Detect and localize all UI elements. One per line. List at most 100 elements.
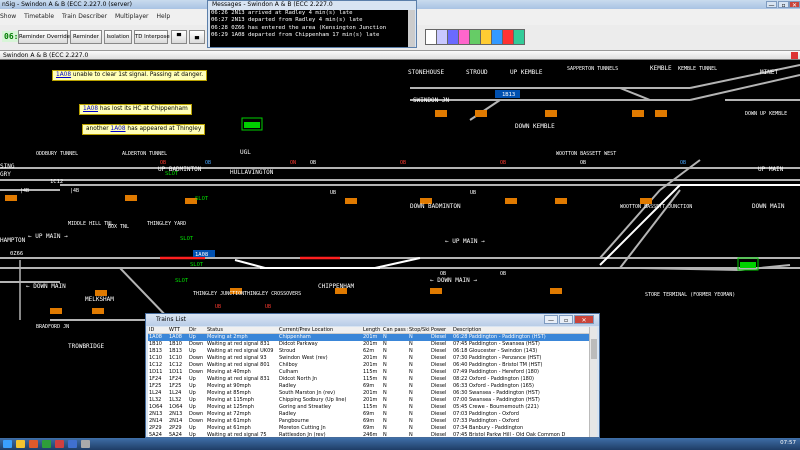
table-row[interactable]: 1L24 1L24 Up Moving at 85mph South Marston J… (148, 390, 589, 397)
label-hullavington: HULLAVINGTON (230, 169, 274, 176)
direction-labels: ← UP MAIN → ← UP MAIN → ← DOWN MAIN ← DO… (26, 233, 485, 290)
table-row[interactable]: 1F24 1F24 Up Waiting at red signal 831 Didco… (148, 376, 589, 383)
messages-log: 06:26 2N13 arrived at Radley 4 min(s) la… (210, 10, 408, 47)
messages-window[interactable]: Messages - Swindon A & B (ECC 2.227.0 06… (207, 0, 417, 48)
reminder-button[interactable]: Reminder (70, 30, 102, 44)
table-row[interactable]: 1F25 1F25 Up Moving at 90mph Radley 69m N N Dies… (148, 383, 589, 390)
table-cell: Rattlesdon Jn (rev) (279, 432, 326, 437)
table-cell: Diesel (431, 355, 447, 361)
minimize-button[interactable]: — (766, 1, 777, 9)
reminder-override-button[interactable]: Reminder Override (18, 30, 70, 44)
message-line: 06:28 0Z66 has entered the area (Kensing… (211, 24, 387, 31)
diagram-close-icon[interactable] (791, 52, 798, 59)
table-cell: Chipping Sodbury (Up line) (279, 397, 347, 403)
label-stroud: STROUD (466, 69, 488, 76)
table-cell: Diesel (431, 425, 447, 431)
table-cell: N (383, 425, 387, 431)
label-ugl: UGL (240, 149, 251, 156)
table-cell: Waiting at red signal 801 (207, 362, 270, 368)
table-header[interactable]: ID WTT Dir Status Current/Prev Location Lengt… (148, 327, 589, 334)
trains-list-maximize-button[interactable]: ▫ (559, 315, 573, 324)
td-interpose-button[interactable]: TD Interpose (134, 30, 170, 44)
menu-show[interactable]: Show (0, 13, 16, 20)
alert-train-link[interactable]: 1A08 (83, 106, 98, 112)
table-cell: Moving at 72mph (207, 411, 251, 417)
table-cell: Goring and Streatley (279, 404, 331, 410)
table-cell: Down (189, 362, 204, 368)
messages-title: Messages - Swindon A & B (ECC 2.227.0 (212, 1, 333, 8)
table-row[interactable]: 1C12 1C12 Down Waiting at red signal 801 Chi… (148, 362, 589, 369)
svg-text:ON: ON (290, 160, 296, 166)
scroll-thumb[interactable] (591, 339, 597, 359)
app-icon[interactable] (29, 440, 38, 448)
message-line: 06:27 2N13 departed from Radley 4 min(s)… (211, 17, 363, 24)
svg-text:OB: OB (205, 160, 211, 166)
svg-text:SLOT: SLOT (165, 171, 179, 177)
table-cell: N (409, 341, 413, 347)
menu-help[interactable]: Help (156, 13, 170, 20)
table-row[interactable]: 1B13 1B13 Up Waiting at red signal UK09 Stro… (148, 348, 589, 355)
trains-list-title: Trains List (156, 316, 186, 323)
table-row[interactable]: 2P29 2P29 Up Moving at 61mph Moreton Cutting… (148, 425, 589, 432)
table-cell: 1A08 (149, 334, 162, 340)
table-row[interactable]: 1B10 1B10 Down Waiting at red signal 831 Did… (148, 341, 589, 348)
table-cell: Chippenham (279, 334, 311, 340)
table-cell: Pangbourne (279, 418, 309, 424)
table-cell: 2P29 (169, 425, 182, 431)
table-cell: N (383, 418, 387, 424)
app-icon[interactable] (81, 440, 90, 448)
table-cell: 1C10 (169, 355, 183, 361)
app-icon[interactable] (68, 440, 77, 448)
trains-list-window[interactable]: Trains List — ▫ ✕ ID WTT Dir Status Current/… (145, 313, 600, 438)
table-cell: 1O64 (149, 404, 163, 410)
svg-text:UB: UB (215, 304, 221, 310)
table-cell: Moving at 2mph (207, 334, 248, 340)
messages-scrollbar[interactable] (408, 10, 415, 47)
trains-list-scrollbar[interactable] (589, 327, 597, 437)
trains-list-close-button[interactable]: ✕ (574, 315, 594, 324)
table-cell: N (383, 348, 387, 354)
table-cell: Stroud (279, 348, 296, 354)
table-cell: Diesel (431, 376, 447, 382)
app-icon[interactable] (55, 440, 64, 448)
table-row[interactable]: 2N14 2N14 Down Moving at 61mph Pangbourne 69m… (148, 418, 589, 425)
alert-train-link[interactable]: 1A08 (56, 72, 71, 78)
print-icon-button[interactable]: ▄ (189, 30, 205, 44)
table-row[interactable]: 1A08 1A08 Up Moving at 2mph Chippenham 201m N N… (148, 334, 589, 341)
table-cell: N (409, 334, 413, 340)
colour-swatch[interactable] (513, 29, 525, 45)
table-row[interactable]: 1O64 1O64 Up Moving at 125mph Goring and Str… (148, 404, 589, 411)
maximize-button[interactable]: ▫ (778, 1, 789, 9)
start-button-icon[interactable] (3, 440, 12, 448)
menu-multiplayer[interactable]: Multiplayer (115, 13, 149, 20)
explorer-icon[interactable] (16, 440, 25, 448)
alert-text: unable to clear 1st signal. Passing at d… (72, 72, 204, 78)
svg-text:|4B: |4B (20, 188, 29, 194)
table-cell: N (383, 376, 387, 382)
table-cell: Up (189, 425, 196, 431)
close-button[interactable]: ✕ (789, 1, 800, 9)
trains-list-minimize-button[interactable]: — (544, 315, 558, 324)
table-row[interactable]: 1D11 1D11 Down Moving at 40mph Culham 115m N N D… (148, 369, 589, 376)
table-cell: 1B13 (169, 348, 182, 354)
label-down-badminton: DOWN BADMINTON (410, 203, 461, 210)
table-row[interactable]: 5A24 5A24 Up Waiting at red signal 75 Rattle… (148, 432, 589, 437)
train-icon-button[interactable]: ▀ (171, 30, 187, 44)
table-cell: Diesel (431, 390, 447, 396)
table-cell: 69m (363, 425, 375, 431)
table-row[interactable]: 1L32 1L32 Up Moving at 115mph Chipping Sodbu… (148, 397, 589, 404)
table-row[interactable]: 1C10 1C10 Down Waiting at red signal 93 Swin… (148, 355, 589, 362)
table-cell: Radley (279, 383, 297, 389)
table-cell: N (383, 355, 387, 361)
table-row[interactable]: 2N13 2N13 Down Moving at 72mph Radley 69m N N Di… (148, 411, 589, 418)
isolation-button[interactable]: Isolation (104, 30, 132, 44)
label-thingley-junction: THINGLEY JUNCTION (193, 291, 244, 297)
table-cell: 1B13 (149, 348, 162, 354)
menu-train-describer[interactable]: Train Describer (62, 13, 107, 20)
alert-train-link[interactable]: 1A08 (111, 126, 126, 132)
label-thingley-crossovers: THINGLEY CROSSOVERS (244, 291, 301, 297)
menu-timetable[interactable]: Timetable (24, 13, 54, 20)
table-cell: Diesel (431, 432, 447, 437)
app-icon[interactable] (42, 440, 51, 448)
table-cell: 69m (363, 383, 375, 389)
